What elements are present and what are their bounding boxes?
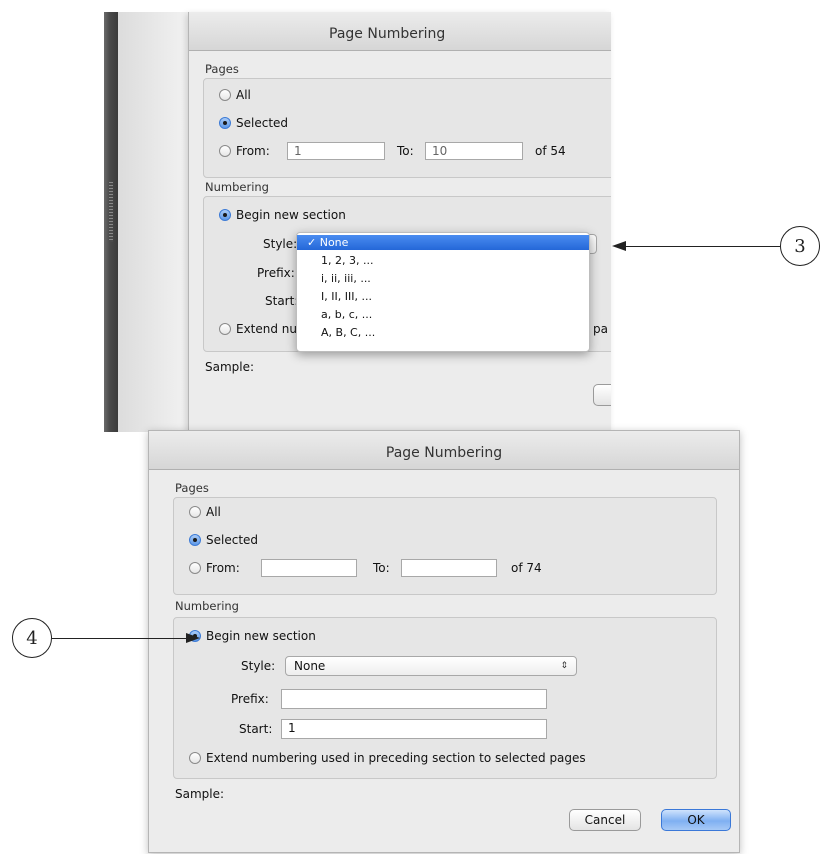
- cancel-button-cropped[interactable]: [593, 384, 611, 406]
- radio-all[interactable]: All: [219, 88, 251, 102]
- radio-begin-new-section[interactable]: Begin new section: [219, 208, 346, 222]
- radio-selected[interactable]: Selected: [219, 116, 288, 130]
- dialog-title: Page Numbering: [149, 431, 739, 470]
- start-label: Start:: [239, 722, 273, 736]
- radio-from-button[interactable]: [189, 562, 201, 574]
- menu-item-none-label: None: [319, 236, 349, 249]
- prefix-label: Prefix:: [257, 266, 295, 280]
- popup-arrows-icon: ⇕: [560, 661, 568, 671]
- pages-group-title: Pages: [205, 62, 239, 76]
- radio-selected-label: Selected: [206, 533, 259, 547]
- to-field[interactable]: 10: [425, 142, 523, 160]
- radio-selected[interactable]: Selected: [189, 533, 258, 547]
- callout-3: 3: [780, 226, 820, 266]
- numbering-group-title: Numbering: [205, 180, 269, 194]
- page-total: of 54: [535, 144, 566, 158]
- radio-extend-label: Extend nu: [236, 322, 298, 336]
- radio-begin-new-section[interactable]: Begin new section: [189, 629, 316, 643]
- radio-extend[interactable]: Extend numbering used in preceding secti…: [189, 751, 586, 765]
- callout-4-arrowhead: [186, 633, 200, 643]
- pages-group-title: Pages: [175, 481, 209, 495]
- style-popup-value: None: [294, 659, 326, 673]
- radio-extend-label: Extend numbering used in preceding secti…: [206, 751, 586, 765]
- radio-selected-button[interactable]: [189, 534, 201, 546]
- radio-from[interactable]: From:: [189, 561, 240, 575]
- from-field[interactable]: 1: [287, 142, 385, 160]
- checkmark-icon: ✓: [307, 236, 317, 249]
- menu-item-none[interactable]: ✓ None: [297, 235, 589, 250]
- callout-4: 4: [12, 618, 52, 658]
- page-total: of 74: [511, 561, 542, 575]
- radio-from-label: From:: [206, 561, 240, 575]
- menu-item-lower-roman[interactable]: i, ii, iii, ...: [297, 271, 589, 286]
- radio-all-button[interactable]: [219, 89, 231, 101]
- radio-from-button[interactable]: [219, 145, 231, 157]
- dialog-title: Page Numbering: [189, 12, 611, 51]
- radio-all-label: All: [236, 88, 251, 102]
- numbering-group-title: Numbering: [175, 599, 239, 613]
- style-dropdown-menu[interactable]: ✓ None 1, 2, 3, ... i, ii, iii, ... I, I…: [296, 232, 590, 352]
- radio-from-label: From:: [236, 144, 270, 158]
- radio-extend-button[interactable]: [219, 323, 231, 335]
- sample-label: Sample:: [175, 787, 225, 801]
- menu-item-lower-alpha[interactable]: a, b, c, ...: [297, 307, 589, 322]
- radio-selected-label: Selected: [236, 116, 289, 130]
- radio-begin-button[interactable]: [219, 209, 231, 221]
- to-label: To:: [373, 561, 390, 575]
- menu-item-arabic[interactable]: 1, 2, 3, ...: [297, 253, 589, 268]
- radio-selected-button[interactable]: [219, 117, 231, 129]
- sample-label: Sample:: [205, 360, 255, 374]
- start-label: Start:: [265, 294, 299, 308]
- page-numbering-dialog-cropped: Page Numbering Pages All Selected From: …: [188, 12, 611, 431]
- radio-all-label: All: [206, 505, 221, 519]
- page-numbering-dialog: Page Numbering Pages All Selected From: …: [148, 430, 740, 853]
- background-strip: [118, 12, 188, 432]
- menu-item-upper-alpha[interactable]: A, B, C, ...: [297, 325, 589, 340]
- callout-4-line: [52, 638, 186, 639]
- menu-item-upper-roman[interactable]: I, II, III, ...: [297, 289, 589, 304]
- ok-button[interactable]: OK: [661, 809, 731, 831]
- resize-grip[interactable]: [109, 182, 113, 242]
- callout-3-line: [624, 246, 780, 247]
- radio-begin-label: Begin new section: [206, 629, 316, 643]
- radio-extend-button[interactable]: [189, 752, 201, 764]
- start-field[interactable]: 1: [281, 719, 547, 739]
- radio-extend[interactable]: Extend nu: [219, 322, 297, 336]
- style-popup[interactable]: None ⇕: [285, 656, 577, 676]
- style-label: Style:: [241, 659, 276, 673]
- style-label: Style:: [263, 237, 298, 251]
- radio-begin-label: Begin new section: [236, 208, 346, 222]
- window-edge-scroller: [104, 12, 118, 432]
- from-field[interactable]: [261, 559, 357, 577]
- to-field[interactable]: [401, 559, 497, 577]
- radio-extend-label-tail: pa: [593, 322, 608, 336]
- to-label: To:: [397, 144, 414, 158]
- radio-from[interactable]: From:: [219, 144, 270, 158]
- prefix-label: Prefix:: [231, 692, 269, 706]
- radio-all[interactable]: All: [189, 505, 221, 519]
- cancel-button[interactable]: Cancel: [569, 809, 641, 831]
- prefix-field[interactable]: [281, 689, 547, 709]
- radio-all-button[interactable]: [189, 506, 201, 518]
